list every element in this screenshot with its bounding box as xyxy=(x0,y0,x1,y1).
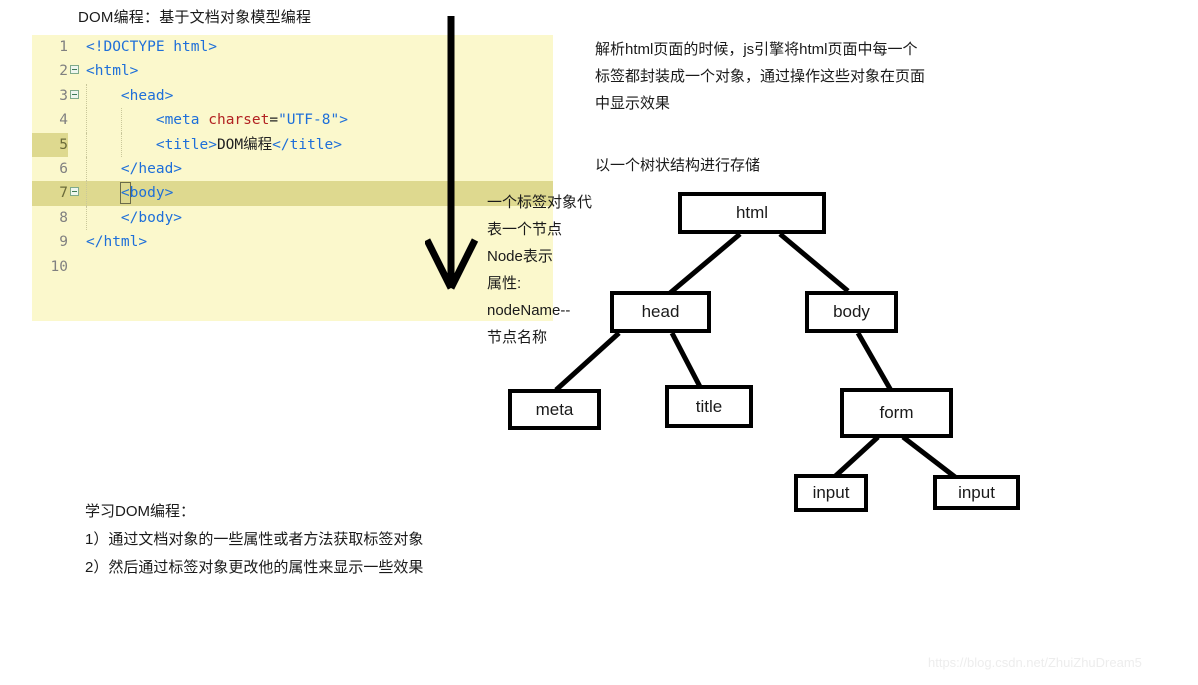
tree-edge-form-input2 xyxy=(901,435,974,492)
tree-edge-html-body xyxy=(778,232,850,293)
tree-edges xyxy=(554,232,974,492)
tree-edge-html-head xyxy=(668,232,742,295)
tree-edge-body-form xyxy=(855,331,896,396)
tree-edge-head-meta xyxy=(554,331,621,392)
tree-edge-head-title xyxy=(669,331,713,408)
watermark: https://blog.csdn.net/ZhuiZhuDream5 xyxy=(928,655,1142,670)
tree-edge-form-input1 xyxy=(828,435,880,483)
